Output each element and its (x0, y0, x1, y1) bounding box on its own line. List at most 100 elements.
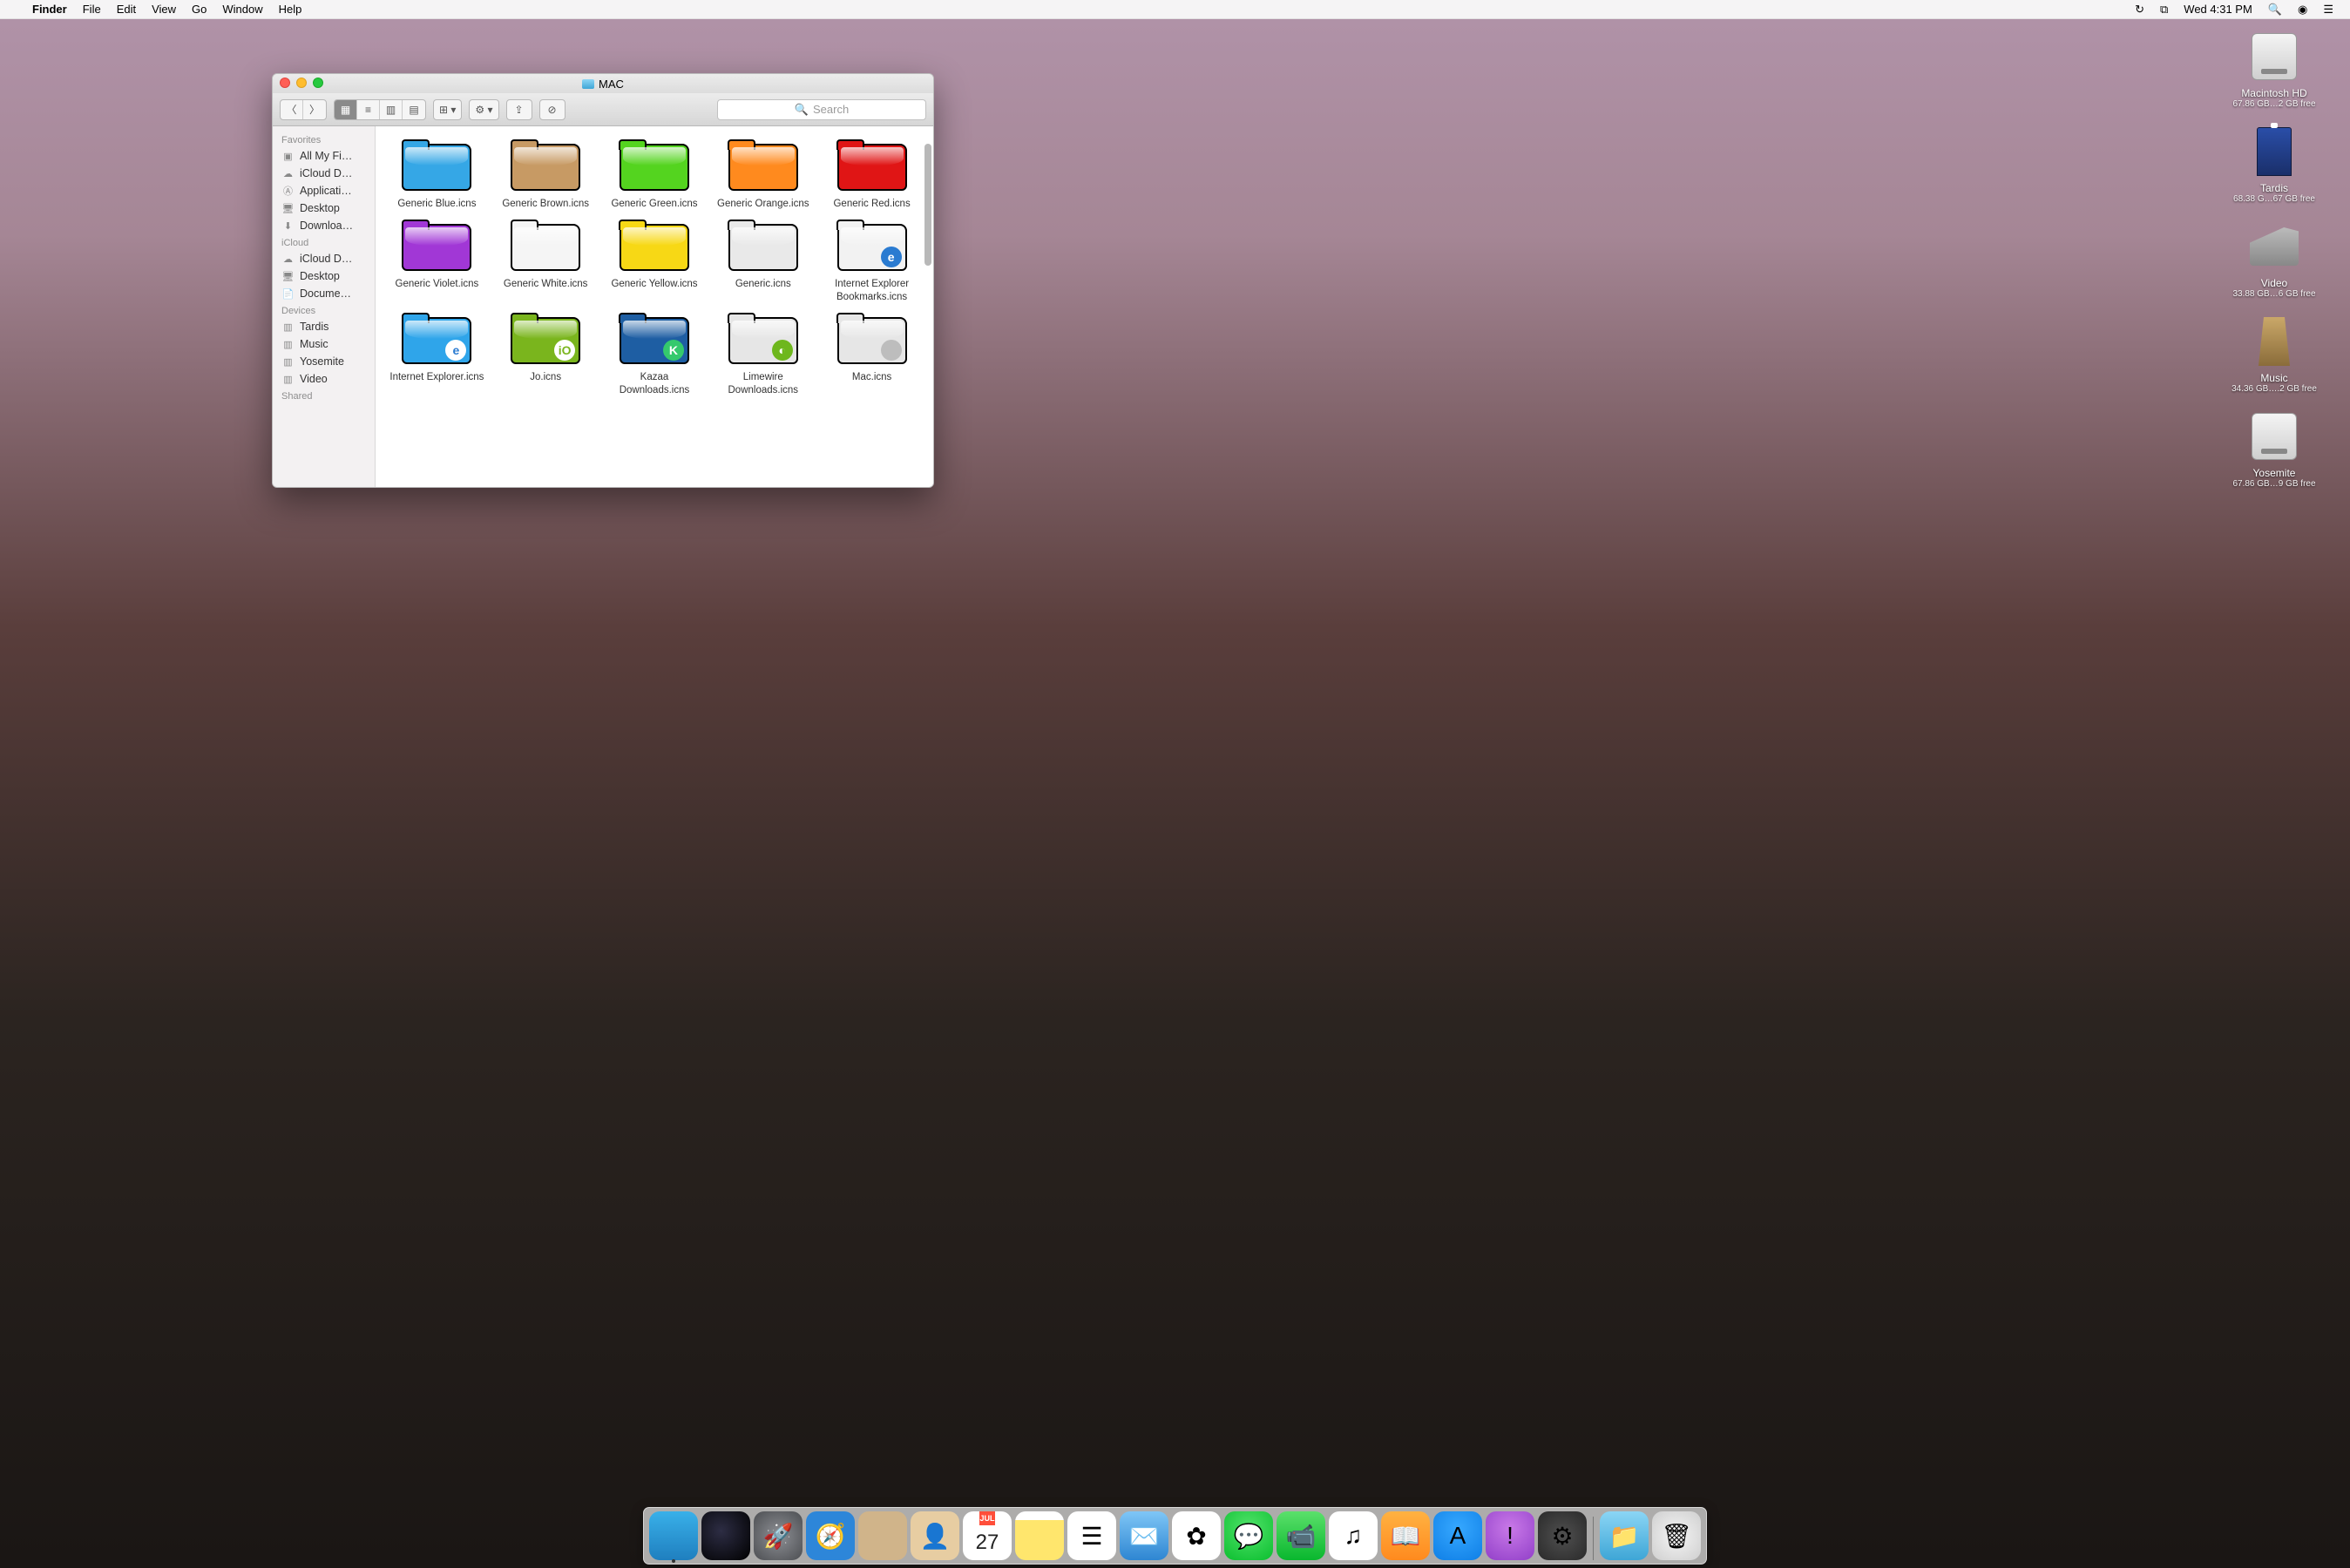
file-item[interactable]: Generic Yellow.icns (604, 220, 706, 303)
sidebar-item[interactable]: ☁iCloud D… (273, 165, 375, 182)
sidebar-item[interactable]: 🖥Desktop (273, 199, 375, 217)
view-mode: ▦ ≡ ▥ ▤ (334, 99, 426, 120)
sidebar-item[interactable]: 📄Docume… (273, 285, 375, 302)
sidebar-item[interactable]: ⬇Downloa… (273, 217, 375, 234)
file-item[interactable]: Generic Violet.icns (386, 220, 488, 303)
coverflow-view-button[interactable]: ▤ (403, 100, 425, 119)
nav-buttons: 〈 〉 (280, 99, 327, 120)
menu-file[interactable]: File (75, 0, 109, 19)
column-view-button[interactable]: ▥ (380, 100, 403, 119)
icon-view-button[interactable]: ▦ (335, 100, 357, 119)
finder-titlebar[interactable]: MAC (273, 74, 933, 93)
dock-safari[interactable]: 🧭 (806, 1511, 855, 1560)
menubar: Finder File Edit View Go Window Help ↻ ⧉… (0, 0, 2350, 19)
dock-calendar[interactable]: JUL27 (963, 1511, 1012, 1560)
siri-menubar-icon[interactable]: ◉ (2290, 0, 2315, 19)
dock-system-preferences[interactable]: ⚙ (1538, 1511, 1587, 1560)
close-button[interactable] (280, 78, 290, 88)
menu-window[interactable]: Window (214, 0, 270, 19)
sidebar-item[interactable]: ▥Tardis (273, 318, 375, 335)
file-item[interactable]: Generic Green.icns (604, 140, 706, 210)
window-controls (280, 78, 323, 88)
dock-feedback[interactable]: ! (1486, 1511, 1534, 1560)
zoom-button[interactable] (313, 78, 323, 88)
dock-contacts[interactable]: 👤 (911, 1511, 959, 1560)
dock-photos[interactable]: ✿ (1172, 1511, 1221, 1560)
airplay-icon[interactable]: ⧉ (2152, 0, 2176, 19)
sidebar-item-label: All My Fi… (300, 150, 352, 162)
menu-edit[interactable]: Edit (109, 0, 144, 19)
desktop-item-tardis[interactable]: Tardis68.38 G…67 GB free (2233, 125, 2315, 204)
dock-reminders[interactable]: ☰ (1067, 1511, 1116, 1560)
dock-downloads[interactable]: 📁 (1600, 1511, 1649, 1560)
dock-mission-control[interactable] (858, 1511, 907, 1560)
desktop-item-yosemite[interactable]: Yosemite67.86 GB…9 GB free (2232, 409, 2315, 489)
sidebar-item-label: iCloud D… (300, 253, 352, 265)
file-item[interactable]: Generic Orange.icns (712, 140, 814, 210)
desktop-item-music[interactable]: Music34.36 GB….2 GB free (2231, 314, 2317, 394)
dock-itunes[interactable]: ♫ (1329, 1511, 1378, 1560)
app-menu[interactable]: Finder (24, 0, 75, 19)
file-item[interactable]: Generic Brown.icns (495, 140, 597, 210)
scrollbar[interactable] (924, 144, 931, 266)
file-item[interactable]: Mac.icns (821, 314, 923, 396)
file-item[interactable]: iOJo.icns (495, 314, 597, 396)
sidebar-item-label: Yosemite (300, 355, 344, 368)
spotlight-icon[interactable]: 🔍 (2260, 0, 2290, 19)
file-item[interactable]: Generic White.icns (495, 220, 597, 303)
dock-siri[interactable] (701, 1511, 750, 1560)
minimize-button[interactable] (296, 78, 307, 88)
file-item[interactable]: e Internet Explorer Bookmarks.icns (821, 220, 923, 303)
action-button[interactable]: ⚙ ▾ (469, 99, 498, 120)
dalek-icon (2257, 317, 2292, 366)
desktop-item-video[interactable]: Video33.88 GB…6 GB free (2232, 220, 2315, 299)
menu-help[interactable]: Help (271, 0, 310, 19)
badge-icon: e (881, 247, 902, 267)
dock-ibooks[interactable]: 📖 (1381, 1511, 1430, 1560)
dock-app-store[interactable]: A (1433, 1511, 1482, 1560)
device-icon: ▥ (281, 339, 295, 350)
dock-launchpad[interactable]: 🚀 (754, 1511, 803, 1560)
sidebar-item[interactable]: ▥Music (273, 335, 375, 353)
desktop-item-sublabel: 68.38 G…67 GB free (2233, 194, 2315, 204)
file-item[interactable]: Generic Blue.icns (386, 140, 488, 210)
sidebar-item[interactable]: ▥Video (273, 370, 375, 388)
dock-trash[interactable]: 🗑 (1652, 1511, 1701, 1560)
file-label: Limewire Downloads.icns (715, 371, 811, 396)
share-button[interactable]: ⇪ (506, 99, 532, 120)
apple-menu[interactable] (9, 0, 24, 19)
arrange-button[interactable]: ⊞ ▾ (433, 99, 462, 120)
file-item[interactable]: eInternet Explorer.icns (386, 314, 488, 396)
dock-mail[interactable]: ✉️ (1120, 1511, 1168, 1560)
dock-finder[interactable] (649, 1511, 698, 1560)
sidebar-item[interactable]: ⒶApplicati… (273, 182, 375, 199)
window-title-text: MAC (599, 78, 624, 91)
time-machine-icon[interactable]: ↻ (2127, 0, 2152, 19)
list-view-button[interactable]: ≡ (357, 100, 380, 119)
sidebar-item-label: Video (300, 373, 328, 385)
file-item[interactable]: Generic Red.icns (821, 140, 923, 210)
clock[interactable]: Wed 4:31 PM (2176, 0, 2260, 19)
search-field[interactable]: 🔍 Search (717, 99, 926, 120)
finder-sidebar: Favorites▣All My Fi…☁iCloud D…ⒶApplicati… (273, 126, 376, 487)
sidebar-item[interactable]: ▣All My Fi… (273, 147, 375, 165)
dock-facetime[interactable]: 📹 (1277, 1511, 1325, 1560)
back-button[interactable]: 〈 (281, 100, 303, 119)
forward-button[interactable]: 〉 (303, 100, 326, 119)
desktop-item-macintosh-hd[interactable]: Macintosh HD67.86 GB…2 GB free (2232, 30, 2315, 109)
sidebar-item[interactable]: 🖥Desktop (273, 267, 375, 285)
file-item[interactable]: Generic.icns (712, 220, 814, 303)
file-label: Internet Explorer Bookmarks.icns (824, 278, 920, 303)
menu-go[interactable]: Go (184, 0, 214, 19)
file-item[interactable]: KKazaa Downloads.icns (604, 314, 706, 396)
sidebar-item[interactable]: ▥Yosemite (273, 353, 375, 370)
sidebar-item[interactable]: ☁ iCloud D… (273, 250, 375, 267)
icloud-icon: ☁ (281, 253, 295, 265)
dock-notes[interactable] (1015, 1511, 1064, 1560)
menu-view[interactable]: View (144, 0, 184, 19)
notification-center-icon[interactable]: ☰ (2315, 0, 2341, 19)
badge-icon: K (663, 340, 684, 361)
dock-messages[interactable]: 💬 (1224, 1511, 1273, 1560)
tags-button[interactable]: ⊘ (539, 99, 565, 120)
file-item[interactable]: ◐Limewire Downloads.icns (712, 314, 814, 396)
